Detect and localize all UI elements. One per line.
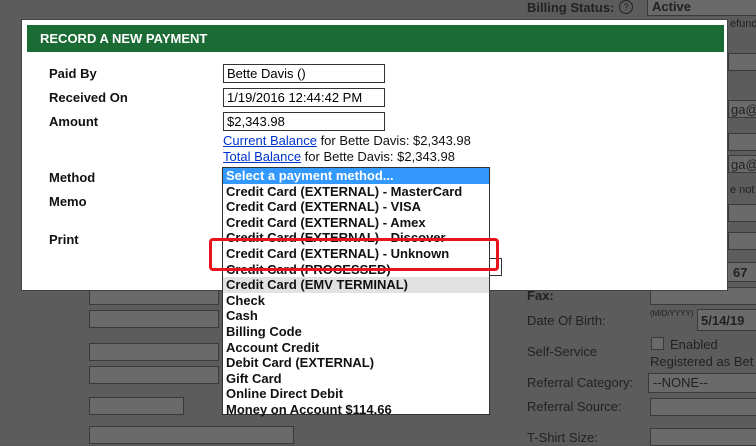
memo-label: Memo	[49, 194, 87, 209]
paid-by-input[interactable]	[223, 64, 385, 83]
bg-field	[89, 310, 219, 328]
dob-format: (M/D/YYYY)	[650, 309, 694, 318]
billing-status-label: Billing Status:	[527, 0, 615, 15]
current-balance-link[interactable]: Current Balance	[223, 133, 317, 148]
self-service-label: Self-Service	[527, 344, 598, 359]
payment-method-option[interactable]: Credit Card (EXTERNAL) - Unknown	[223, 246, 489, 262]
bg-field: ga@	[728, 100, 756, 118]
referral-source-field	[650, 398, 756, 416]
bg-field	[728, 133, 756, 151]
dob-label: Date Of Birth:	[527, 313, 606, 328]
payment-method-option[interactable]: Check	[223, 293, 489, 309]
payment-method-option[interactable]: Online Direct Debit	[223, 386, 489, 402]
print-label: Print	[49, 232, 79, 247]
bg-field	[728, 204, 756, 222]
enabled-label: Enabled	[670, 337, 718, 352]
referral-category-label: Referral Category:	[527, 375, 634, 390]
bg-field	[728, 53, 756, 71]
paid-by-label: Paid By	[49, 66, 97, 81]
email-fragment: ga@	[731, 157, 756, 172]
total-balance-line: Total Balance for Bette Davis: $2,343.98	[223, 149, 455, 164]
payment-method-option[interactable]: Cash	[223, 308, 489, 324]
bg-field	[89, 366, 219, 384]
received-on-label: Received On	[49, 90, 128, 105]
payment-method-option[interactable]: Money on Account $114.66	[223, 402, 489, 418]
amount-label: Amount	[49, 114, 99, 129]
current-balance-text: for Bette Davis: $2,343.98	[316, 133, 471, 148]
dob-field: 5/14/19	[697, 309, 756, 331]
phone-fragment: 67	[733, 265, 748, 280]
payment-method-option[interactable]: Debit Card (EXTERNAL)	[223, 355, 489, 371]
bg-field: ga@	[728, 155, 756, 173]
billing-status-value: Active	[652, 0, 692, 14]
total-balance-text: for Bette Davis: $2,343.98	[301, 149, 455, 164]
payment-method-option[interactable]: Credit Card (PROCESSED)	[223, 262, 489, 278]
bg-field	[728, 232, 756, 250]
modal-title: RECORD A NEW PAYMENT	[27, 25, 724, 52]
payment-method-option[interactable]: Credit Card (EXTERNAL) - VISA	[223, 199, 489, 215]
referral-category-value: --NONE--	[653, 375, 708, 390]
billing-status-select: Active	[647, 0, 756, 16]
payment-method-option[interactable]: Credit Card (EXTERNAL) - Amex	[223, 215, 489, 231]
refund-text: efund	[730, 18, 756, 30]
bg-field	[89, 397, 184, 415]
registered-as-text: Registered as Bet	[650, 354, 754, 369]
referral-category-select: --NONE--	[648, 373, 756, 393]
payment-method-option[interactable]: Account Credit	[223, 340, 489, 356]
email-fragment: ga@	[731, 102, 756, 117]
enabled-checkbox	[651, 337, 664, 350]
payment-method-option[interactable]: Billing Code	[223, 324, 489, 340]
bg-field	[89, 343, 219, 361]
help-icon: ?	[619, 0, 633, 14]
bg-field	[89, 289, 219, 305]
payment-method-dropdown[interactable]: Select a payment method... Credit Card (E…	[222, 167, 490, 418]
payment-method-option[interactable]: Gift Card	[223, 371, 489, 387]
method-label: Method	[49, 170, 96, 185]
current-balance-line: Current Balance for Bette Davis: $2,343.…	[223, 133, 471, 148]
payment-method-option[interactable]: Credit Card (EMV TERMINAL)	[223, 277, 489, 293]
not-text: e not	[730, 184, 755, 196]
received-on-input[interactable]	[223, 88, 385, 107]
dob-value: 5/14/19	[701, 313, 745, 328]
bg-field	[89, 426, 294, 444]
payment-method-option[interactable]: Credit Card (EXTERNAL) - MasterCard	[223, 184, 489, 200]
amount-input[interactable]	[223, 112, 385, 131]
referral-source-label: Referral Source:	[527, 399, 622, 414]
payment-method-option[interactable]: Select a payment method...	[223, 168, 489, 184]
total-balance-link[interactable]: Total Balance	[223, 149, 301, 164]
tshirt-label: T-Shirt Size:	[527, 430, 598, 445]
tshirt-field	[650, 428, 756, 446]
payment-method-option[interactable]: Credit Card (EXTERNAL) - Discover	[223, 230, 489, 246]
